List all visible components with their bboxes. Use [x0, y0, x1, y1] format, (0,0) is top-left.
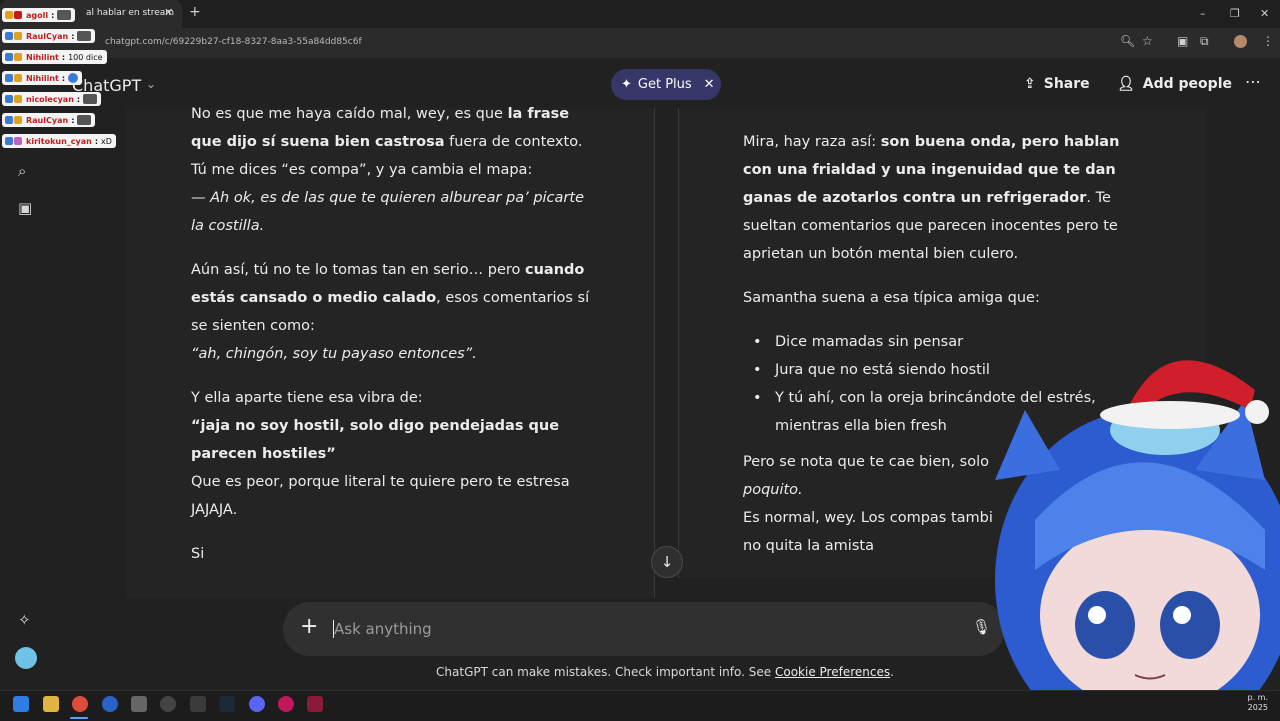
prompt-input[interactable]: Ask anything: [334, 620, 432, 638]
clock-time: p. m.: [1247, 693, 1269, 702]
discord-icon[interactable]: [249, 696, 265, 712]
get-plus-label: Get Plus: [637, 77, 692, 92]
app-icon[interactable]: [190, 696, 206, 712]
response-left-p4: Si: [191, 546, 205, 562]
search-icon[interactable]: ⌕: [18, 162, 26, 180]
clock-date: 2025: [1247, 703, 1268, 712]
response-right-p2: Samantha suena a esa típica amiga que:: [743, 290, 1040, 306]
close-window-icon[interactable]: ✕: [1260, 7, 1269, 20]
chat-message: Nihilint:: [2, 71, 83, 85]
edge-icon[interactable]: [102, 696, 118, 712]
vtuber-avatar-image: [995, 360, 1280, 720]
url-input[interactable]: chatgpt.com/c/69229b27-cf18-8327-8aa3-55…: [105, 37, 362, 47]
chevron-down-icon[interactable]: ⌄: [146, 77, 156, 91]
cookie-preferences-link[interactable]: Cookie Preferences: [775, 665, 890, 679]
minimize-icon[interactable]: –: [1200, 7, 1206, 20]
get-plus-button[interactable]: ✦ Get Plus ✕: [611, 69, 721, 100]
response-left-p3: Y ella aparte tiene esa vibra de: “jaja …: [191, 390, 570, 518]
emote-icon: [83, 94, 98, 104]
chat-message: kiritokun_cyan: xD: [2, 134, 116, 148]
extensions-icon[interactable]: ⧉: [1200, 34, 1209, 49]
app-icon[interactable]: [278, 696, 294, 712]
chat-message: agoll:: [2, 8, 76, 22]
share-button[interactable]: ⇪ Share: [1024, 76, 1090, 92]
sparkle-icon: ✦: [621, 77, 632, 92]
share-icon: ⇪: [1024, 76, 1036, 92]
app-icon[interactable]: [160, 696, 176, 712]
emote-icon: [77, 115, 92, 125]
tab-close-icon[interactable]: ✕: [164, 6, 173, 19]
maximize-icon[interactable]: ❐: [1230, 7, 1240, 20]
chrome-icon[interactable]: [72, 696, 88, 712]
add-people-label: Add people: [1142, 76, 1232, 92]
app-icon[interactable]: [131, 696, 147, 712]
chat-message: RaulCyan:: [2, 29, 96, 43]
menu-dots-icon[interactable]: ⋮: [1262, 34, 1274, 48]
library-icon[interactable]: ▣: [18, 199, 32, 217]
system-clock[interactable]: p. m. 2025: [1242, 693, 1269, 713]
close-icon[interactable]: ✕: [704, 77, 715, 92]
scroll-down-button[interactable]: ↓: [651, 546, 683, 578]
sparkle-icon[interactable]: ✧: [18, 611, 31, 629]
response-left-p1: No es que me haya caído mal, wey, es que…: [191, 106, 584, 234]
cast-icon[interactable]: ▣: [1177, 34, 1188, 48]
tab-title: al hablar en stream: [86, 8, 175, 18]
profile-avatar[interactable]: [1234, 35, 1247, 48]
chat-message: Nihilint: 100 dice: [2, 50, 107, 64]
more-options-icon[interactable]: ⋯: [1245, 72, 1261, 91]
chat-message: nicolecyan:: [2, 92, 102, 106]
emote-icon: [57, 10, 72, 20]
app-icon[interactable]: [307, 696, 323, 712]
chat-message: RaulCyan:: [2, 113, 96, 127]
response-right-p1: Mira, hay raza así: son buena onda, pero…: [743, 134, 1120, 262]
add-attachment-icon[interactable]: +: [300, 614, 318, 639]
globe-emote-icon: [68, 73, 79, 83]
bookmark-star-icon[interactable]: ☆: [1142, 34, 1153, 48]
new-tab-icon[interactable]: +: [189, 4, 201, 20]
response-left-p2: Aún así, tú no te lo tomas tan en serio……: [191, 262, 590, 362]
active-app-indicator: [70, 717, 88, 719]
share-label: Share: [1043, 76, 1090, 92]
steam-icon[interactable]: [219, 696, 235, 712]
windows-start-icon[interactable]: [13, 696, 29, 712]
file-explorer-icon[interactable]: [43, 696, 59, 712]
add-people-button[interactable]: 👤︎ Add people: [1117, 76, 1232, 92]
emote-icon: [77, 31, 92, 41]
zoom-icon[interactable]: 🔍︎: [1120, 34, 1135, 48]
add-person-icon: 👤︎: [1117, 76, 1135, 92]
